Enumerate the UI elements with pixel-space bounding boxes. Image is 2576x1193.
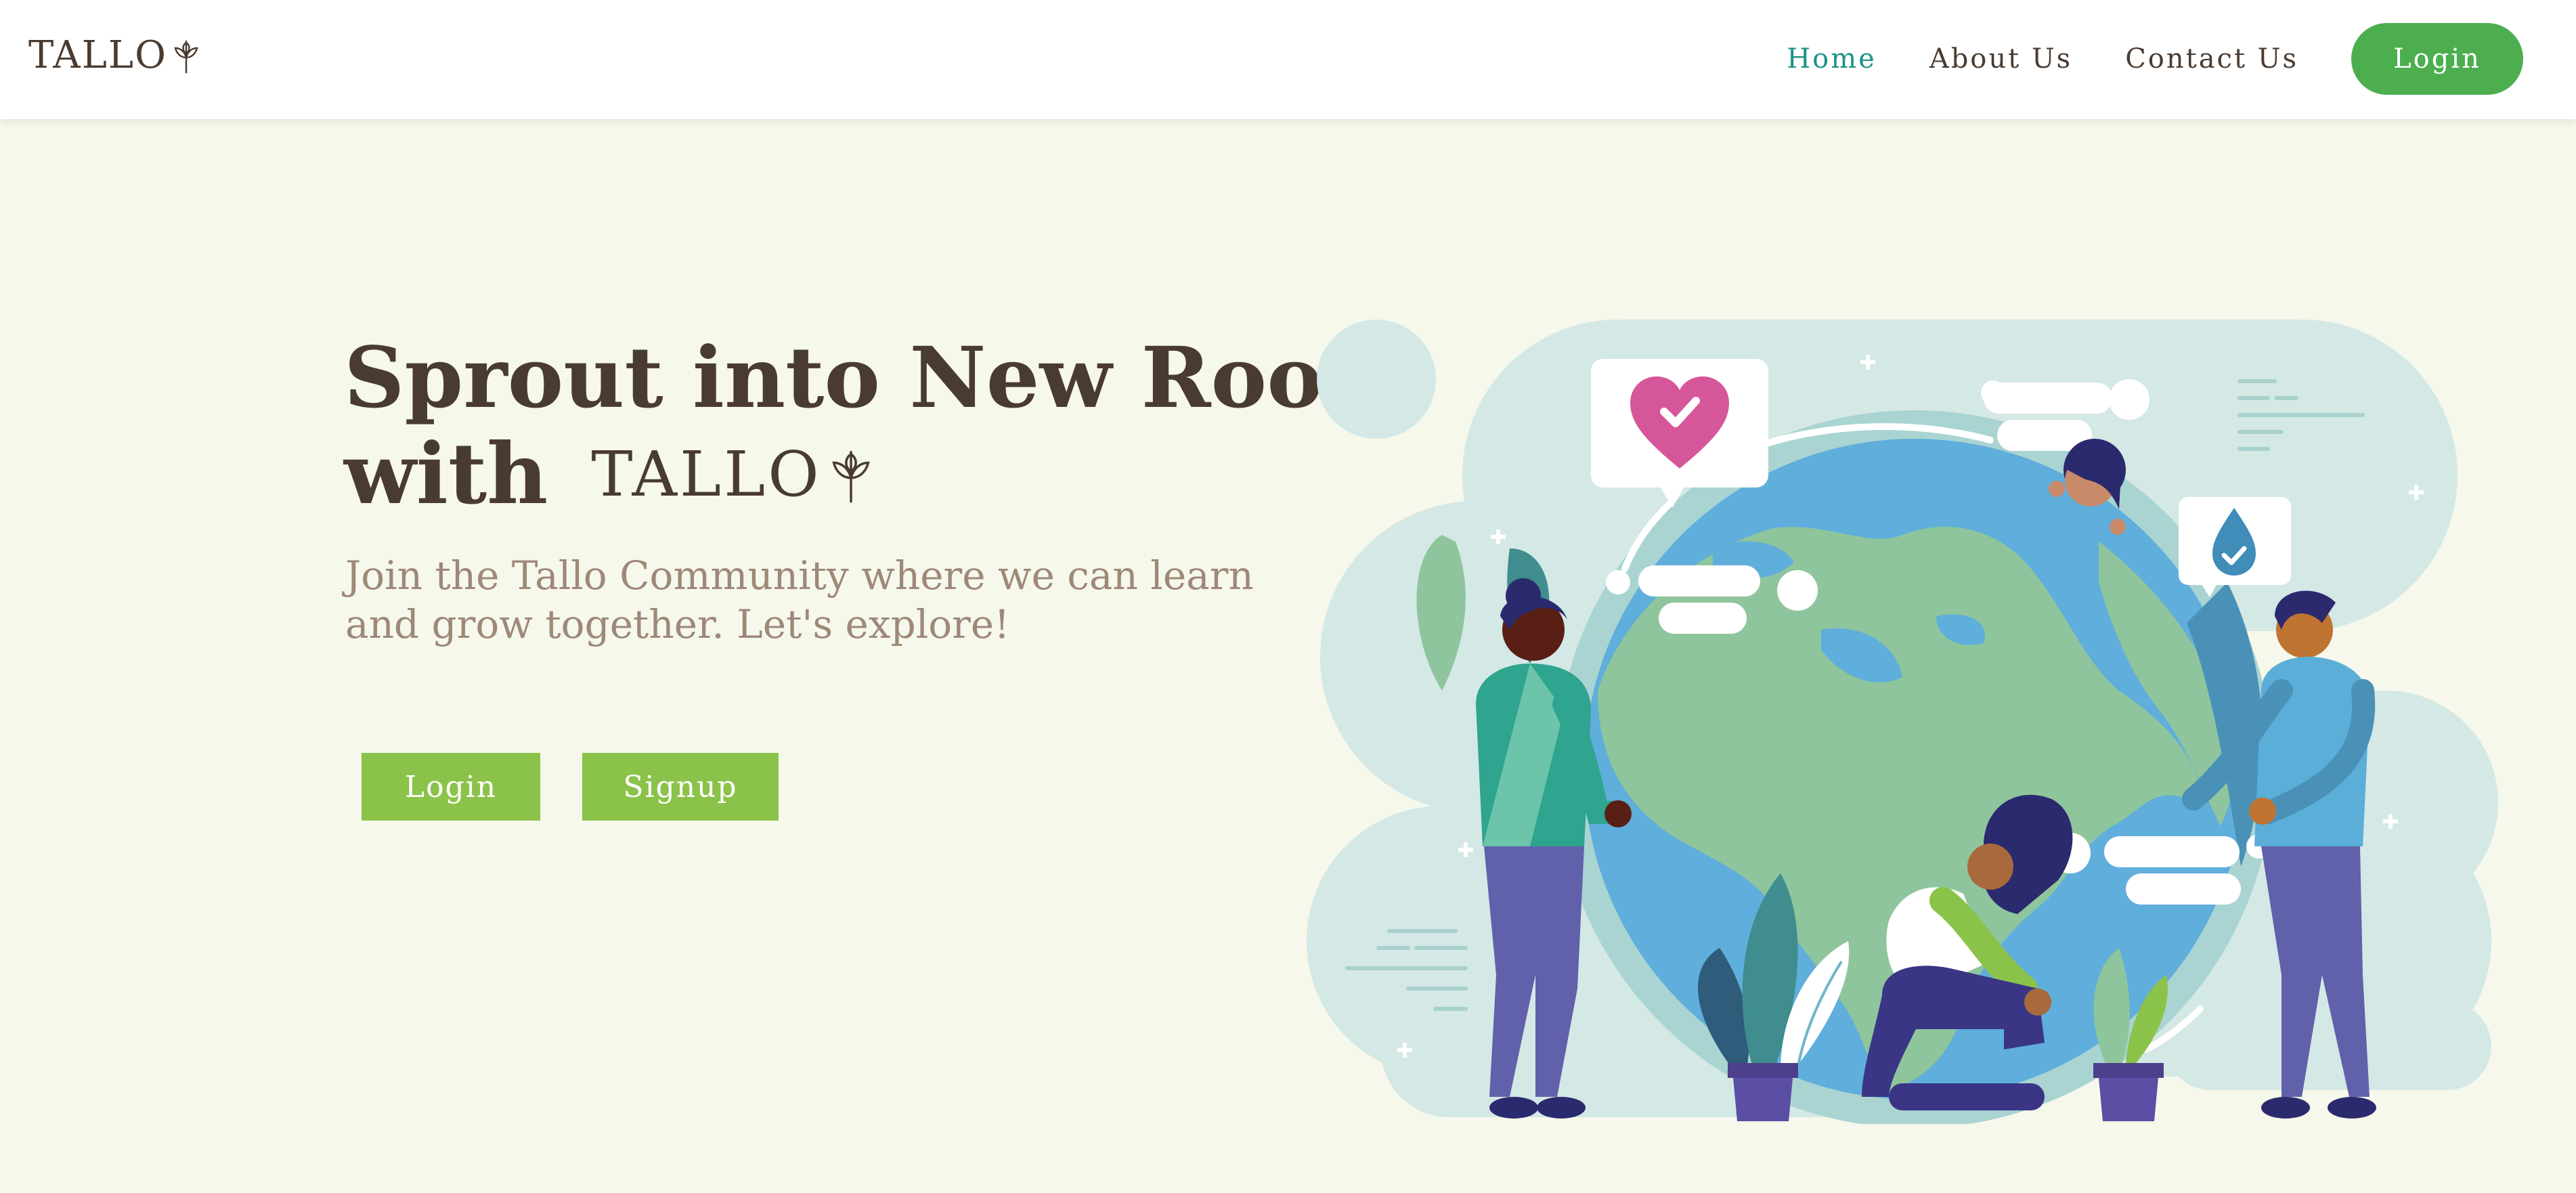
hero-title: Sprout into New Roots with TALLO	[344, 330, 1409, 523]
leaf-icon	[831, 450, 870, 503]
hero-title-prefix: with	[344, 425, 548, 523]
hero-title-line1: Sprout into New Roots	[344, 329, 1410, 427]
leaf-icon	[174, 40, 198, 74]
brand-logo[interactable]: TALLO	[28, 34, 201, 77]
water-drop-check-icon	[2179, 497, 2291, 597]
heart-check-icon	[1591, 359, 1768, 508]
hero-brand-name: TALLO	[591, 438, 822, 511]
main-nav: Home About Us Contact Us Login	[1787, 23, 2523, 95]
nav-contact-link[interactable]: Contact Us	[2125, 43, 2298, 74]
hero-signup-button[interactable]: Signup	[582, 753, 779, 821]
brand-name: TALLO	[28, 33, 168, 77]
hero-title-line2: with TALLO	[344, 427, 1409, 523]
nav-login-button[interactable]: Login	[2351, 23, 2523, 95]
hero-illustration	[1307, 320, 2498, 1124]
hero-brand-logo: TALLO	[591, 427, 874, 523]
hero-login-button[interactable]: Login	[362, 753, 540, 821]
nav-home-link[interactable]: Home	[1787, 43, 1877, 74]
nav-about-link[interactable]: About Us	[1929, 43, 2072, 74]
top-navbar: TALLO Home About Us Contact Us Login	[0, 0, 2576, 119]
hero-subtitle: Join the Tallo Community where we can le…	[345, 552, 1254, 647]
